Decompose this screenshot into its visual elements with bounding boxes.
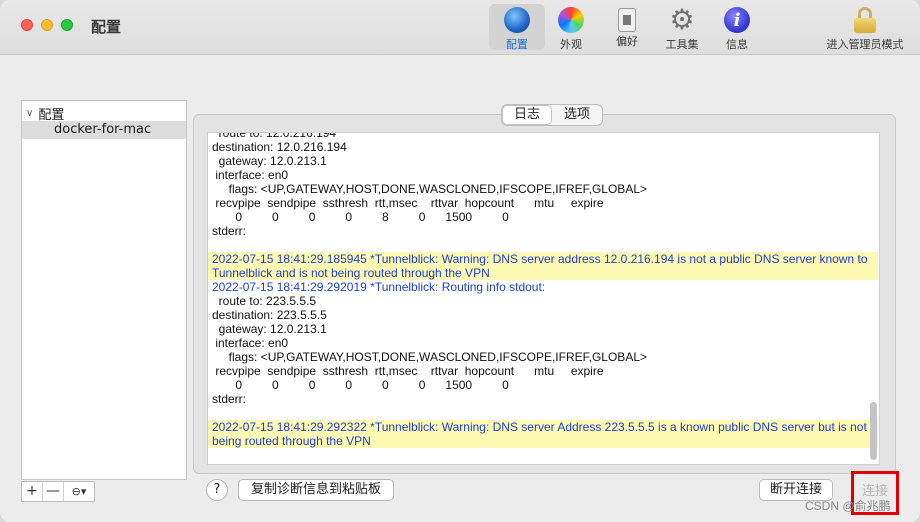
color-wheel-icon	[558, 7, 584, 33]
log-line: destination: 223.5.5.5	[212, 308, 327, 322]
log-line: 0 0 0 0 0 0 1500 0	[212, 378, 509, 392]
log-line: destination: 12.0.216.194	[212, 140, 347, 154]
log-line: Tunnelblick and is not being routed thro…	[208, 266, 878, 280]
log-line: stderr:	[212, 392, 247, 406]
window-title: 配置	[91, 18, 122, 36]
toolbar-tab-preferences[interactable]: 偏好	[599, 4, 655, 50]
minimize-window-button[interactable]	[41, 19, 53, 31]
tab-options[interactable]: 选项	[552, 105, 602, 125]
configurations-list: ∨ 配置 docker-for-mac	[21, 100, 187, 480]
log-line: gateway: 12.0.213.1	[212, 154, 327, 168]
switch-icon	[618, 8, 636, 32]
log-line: gateway: 12.0.213.1	[212, 322, 327, 336]
lock-icon	[854, 7, 876, 33]
log-view[interactable]: route to: 12.0.216.194 destination: 12.0.…	[207, 132, 880, 465]
toolbar-tab-utilities[interactable]: ⚙ 工具集	[654, 3, 710, 52]
toolbar: 配置 配置 外观 偏好 ⚙ 工具集 i 信息 进入管理员模式	[0, 0, 920, 55]
log-line: being routed through the VPN	[208, 434, 878, 448]
app-window: 配置 配置 外观 偏好 ⚙ 工具集 i 信息 进入管理员模式 ∨ 配置 dock…	[0, 0, 920, 522]
log-line: interface: en0	[212, 336, 289, 350]
toolbar-tab-configurations[interactable]: 配置	[489, 4, 545, 51]
remove-configuration-button[interactable]: —	[43, 482, 64, 501]
help-button[interactable]: ?	[206, 479, 228, 501]
log-line: 2022-07-15 18:41:29.292019 *Tunnelblick:…	[212, 280, 546, 294]
chevron-down-icon[interactable]: ∨	[26, 108, 33, 119]
sidebar-controls: + — ⊖▾	[21, 481, 95, 502]
log-line: flags: <UP,GATEWAY,HOST,DONE,WASCLONED,I…	[212, 350, 647, 364]
toolbar-tab-info[interactable]: i 信息	[709, 4, 765, 51]
toolbar-tab-label: 外观	[560, 38, 582, 51]
watermark: CSDN @俞兆鹏	[805, 499, 891, 513]
log-line: flags: <UP,GATEWAY,HOST,DONE,WASCLONED,I…	[212, 182, 647, 196]
zoom-window-button[interactable]	[61, 19, 73, 31]
log-line: route to: 223.5.5.5	[212, 294, 317, 308]
toolbar-tab-label: 配置	[506, 38, 528, 51]
toolbar-tab-label: 信息	[726, 38, 748, 51]
copy-diagnostics-button[interactable]: 复制诊断信息到粘贴板	[238, 479, 394, 501]
toolbar-tab-appearance[interactable]: 外观	[543, 4, 599, 51]
add-configuration-button[interactable]: +	[22, 482, 43, 501]
info-icon: i	[724, 7, 750, 33]
admin-mode-button[interactable]: 进入管理员模式	[822, 4, 908, 51]
gear-icon: ⚙	[669, 3, 695, 36]
log-line: 2022-07-15 18:41:29.185945 *Tunnelblick:…	[208, 252, 878, 266]
log-line: 0 0 0 0 8 0 1500 0	[212, 210, 509, 224]
toolbar-tab-label: 工具集	[665, 38, 699, 51]
toolbar-tab-label: 偏好	[616, 35, 638, 48]
tab-selector: 日志 选项	[501, 104, 604, 126]
close-window-button[interactable]	[21, 19, 33, 31]
configuration-actions-menu[interactable]: ⊖▾	[64, 482, 94, 501]
globe-icon	[504, 7, 530, 33]
log-line: interface: en0	[212, 168, 289, 182]
log-line: recvpipe sendpipe ssthresh rtt,msec rttv…	[212, 196, 604, 210]
log-line: 2022-07-15 18:41:29.292322 *Tunnelblick:…	[208, 420, 878, 434]
log-content: route to: 12.0.216.194 destination: 12.0.…	[208, 132, 878, 448]
log-line: route to: 12.0.216.194	[212, 132, 337, 140]
log-line: stderr:	[212, 224, 247, 238]
admin-mode-label: 进入管理员模式	[826, 38, 904, 51]
log-line: recvpipe sendpipe ssthresh rtt,msec rttv…	[212, 364, 604, 378]
configuration-item-docker-for-mac[interactable]: docker-for-mac	[22, 121, 186, 139]
tab-log[interactable]: 日志	[502, 105, 553, 125]
scrollbar-thumb[interactable]	[870, 402, 877, 460]
